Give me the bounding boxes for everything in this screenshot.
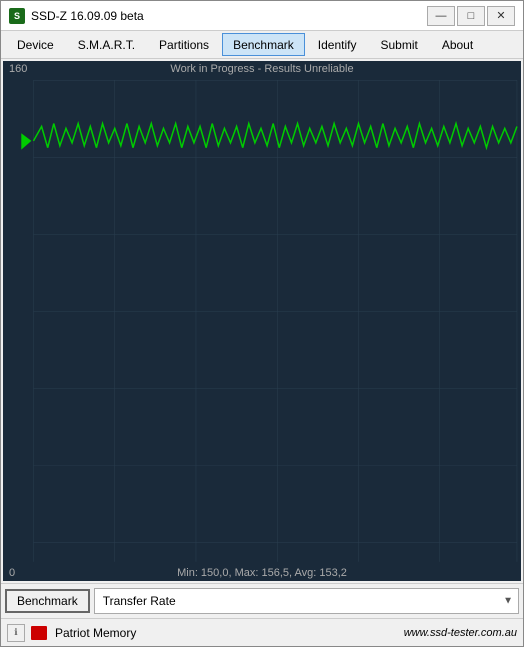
chart-svg <box>3 61 521 581</box>
menu-item-identify[interactable]: Identify <box>307 33 368 56</box>
transfer-rate-dropdown[interactable]: Transfer Rate Access Time IOPS <box>94 588 519 614</box>
chart-title: Work in Progress - Results Unreliable <box>3 63 521 75</box>
status-bar: ℹ Patriot Memory www.ssd-tester.com.au <box>1 618 523 646</box>
menu-item-submit[interactable]: Submit <box>369 33 428 56</box>
website-url: www.ssd-tester.com.au <box>404 627 517 639</box>
window-controls: — □ ✕ <box>427 6 515 26</box>
menu-item-about[interactable]: About <box>431 33 484 56</box>
bottom-bar: Benchmark Transfer Rate Access Time IOPS… <box>1 583 523 618</box>
info-icon: ℹ <box>7 624 25 642</box>
menu-item-smart[interactable]: S.M.A.R.T. <box>67 33 146 56</box>
title-bar: S SSD-Z 16.09.09 beta — □ ✕ <box>1 1 523 31</box>
title-bar-left: S SSD-Z 16.09.09 beta <box>9 8 144 24</box>
minimize-button[interactable]: — <box>427 6 455 26</box>
menu-item-benchmark[interactable]: Benchmark <box>222 33 305 56</box>
maximize-button[interactable]: □ <box>457 6 485 26</box>
close-button[interactable]: ✕ <box>487 6 515 26</box>
benchmark-button[interactable]: Benchmark <box>5 589 90 613</box>
main-window: S SSD-Z 16.09.09 beta — □ ✕ Device S.M.A… <box>0 0 524 647</box>
window-title: SSD-Z 16.09.09 beta <box>31 9 144 23</box>
drive-icon <box>31 626 47 640</box>
menu-item-device[interactable]: Device <box>6 33 65 56</box>
chart-area: 160 Work in Progress - Results Unreliabl… <box>3 61 521 581</box>
drive-name: Patriot Memory <box>55 626 136 640</box>
app-icon: S <box>9 8 25 24</box>
dropdown-container: Transfer Rate Access Time IOPS ▼ <box>94 588 519 614</box>
menu-bar: Device S.M.A.R.T. Partitions Benchmark I… <box>1 31 523 59</box>
menu-item-partitions[interactable]: Partitions <box>148 33 220 56</box>
